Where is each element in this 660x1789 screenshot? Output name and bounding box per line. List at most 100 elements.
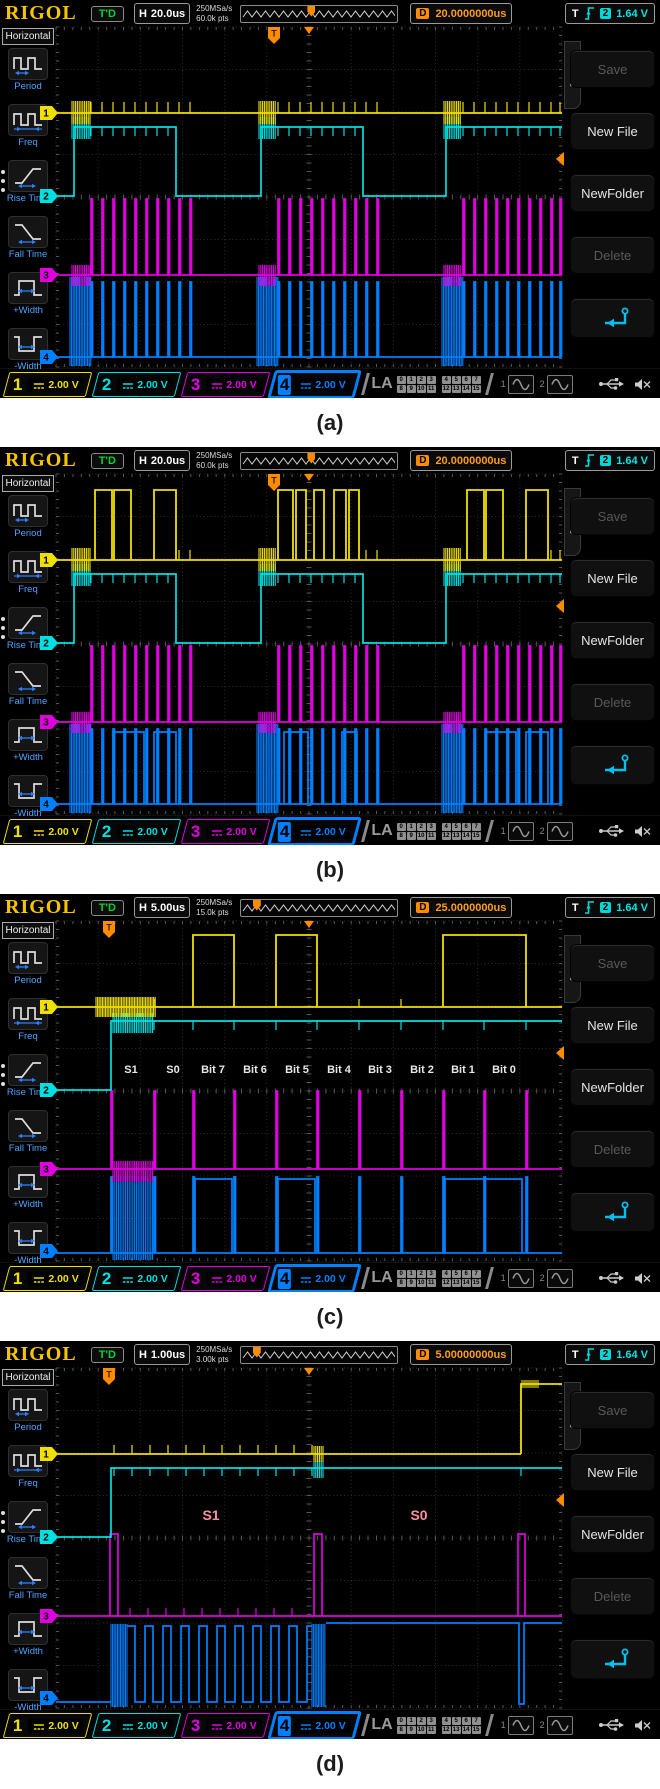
source-1-indicator[interactable]: 1 xyxy=(501,822,534,841)
source-2-indicator[interactable]: 2 xyxy=(540,1716,573,1735)
menu-button-label: NewFolder xyxy=(581,1080,644,1095)
menu-button-newfolder[interactable]: NewFolder xyxy=(570,174,655,212)
horizontal-position-marker[interactable] xyxy=(304,27,314,34)
menu-button-save[interactable]: Save xyxy=(570,944,655,982)
menu-button-delete[interactable]: Delete xyxy=(570,1577,655,1615)
channel-1-status-chip[interactable]: 12.00 V xyxy=(3,1266,93,1291)
channel-scale-value: 2.00 V xyxy=(48,825,78,837)
timebase-readout: H20.0us xyxy=(134,3,190,24)
la-digit-row: 89101112131415 xyxy=(397,832,481,840)
menu-button-newfolder[interactable]: NewFolder xyxy=(570,1515,655,1553)
scope-main: HorizontalPeriodFreqRise TimeFall Time+W… xyxy=(0,1368,660,1709)
logic-analyzer-indicator[interactable]: LA0123456789101112131415 xyxy=(371,1269,480,1287)
logic-analyzer-indicator[interactable]: LA0123456789101112131415 xyxy=(371,375,480,393)
menu-button-new-file[interactable]: New File xyxy=(570,1453,655,1491)
menu-button-save[interactable]: Save xyxy=(570,1391,655,1429)
menu-button-newfolder[interactable]: NewFolder xyxy=(570,1068,655,1106)
horizontal-position-marker[interactable] xyxy=(304,921,314,928)
menu-button-delete[interactable]: Delete xyxy=(570,1130,655,1168)
channel-chip-inner: 42.00 V xyxy=(278,374,351,394)
source-2-indicator[interactable]: 2 xyxy=(540,822,573,841)
channel-4-status-chip[interactable]: 42.00 V xyxy=(269,371,361,398)
source-number: 1 xyxy=(501,379,506,389)
channel-chip-inner: 12.00 V xyxy=(11,374,84,394)
trigger-source-badge: 2 xyxy=(600,455,612,466)
channel-2-status-chip[interactable]: 22.00 V xyxy=(91,372,181,397)
menu-button-return[interactable] xyxy=(570,1192,655,1232)
sample-rate-value: 250MSa/s xyxy=(196,451,232,460)
return-icon xyxy=(592,1198,634,1226)
graticule-ticks xyxy=(56,1368,562,1708)
waveform-ch3 xyxy=(130,1608,292,1616)
waveform-ch4 xyxy=(127,1626,312,1702)
memory-depth-value: 60.0k pts xyxy=(196,14,232,23)
la-digit: 2 xyxy=(417,823,426,831)
menu-button-return[interactable] xyxy=(570,298,655,338)
trigger-source-badge: 2 xyxy=(600,8,612,19)
trigger-edge-icon xyxy=(584,6,595,21)
la-digit: 9 xyxy=(407,1726,416,1734)
channel-4-status-chip[interactable]: 42.00 V xyxy=(269,818,361,845)
channel-value-box: 2.00 V xyxy=(206,1718,261,1732)
source-1-indicator[interactable]: 1 xyxy=(501,1269,534,1288)
logic-analyzer-indicator[interactable]: LA0123456789101112131415 xyxy=(371,822,480,840)
channel-3-status-chip[interactable]: 32.00 V xyxy=(180,1266,270,1291)
delay-readout: D20.0000000us xyxy=(410,3,512,24)
trigger-readout: T21.64 V xyxy=(565,3,655,24)
menu-button-new-file[interactable]: New File xyxy=(570,559,655,597)
la-digit: 2 xyxy=(417,1717,426,1725)
channel-scale-value: 2.00 V xyxy=(137,378,167,390)
channel-2-status-chip[interactable]: 22.00 V xyxy=(91,819,181,844)
source-number: 1 xyxy=(501,826,506,836)
speaker-muted-icon xyxy=(633,1271,652,1286)
la-digit: 15 xyxy=(472,832,481,840)
la-digit: 1 xyxy=(407,376,416,384)
menu-button-return[interactable] xyxy=(570,745,655,785)
menu-button-return[interactable] xyxy=(570,1639,655,1679)
sine-icon xyxy=(550,825,570,838)
timebase-label: H xyxy=(139,902,147,914)
figure-label: (c) xyxy=(0,1292,660,1341)
page-dot xyxy=(1,626,5,630)
channel-1-status-chip[interactable]: 12.00 V xyxy=(3,372,93,397)
channel-chip-inner: 22.00 V xyxy=(100,1715,173,1735)
dc-coupling-icon xyxy=(301,1721,313,1730)
memory-position-bar xyxy=(240,899,398,917)
logic-analyzer-indicator[interactable]: LA0123456789101112131415 xyxy=(371,1716,480,1734)
menu-button-new-file[interactable]: New File xyxy=(570,1006,655,1044)
annotation-label: S0 xyxy=(166,1064,179,1076)
channel-1-status-chip[interactable]: 12.00 V xyxy=(3,819,93,844)
channel-2-status-chip[interactable]: 22.00 V xyxy=(91,1266,181,1291)
channel-4-status-chip[interactable]: 42.00 V xyxy=(269,1712,361,1739)
channel-4-status-chip[interactable]: 42.00 V xyxy=(269,1265,361,1292)
page-dot xyxy=(1,1082,5,1086)
menu-button-new-file[interactable]: New File xyxy=(570,112,655,150)
source-1-indicator[interactable]: 1 xyxy=(501,375,534,394)
channel-number: 2 xyxy=(100,1715,113,1735)
menu-button-save[interactable]: Save xyxy=(570,50,655,88)
channel-3-status-chip[interactable]: 32.00 V xyxy=(180,1713,270,1738)
channel-scale-value: 2.00 V xyxy=(316,825,346,837)
status-right-icons xyxy=(598,1718,652,1733)
channel-3-status-chip[interactable]: 32.00 V xyxy=(180,372,270,397)
source-2-indicator[interactable]: 2 xyxy=(540,375,573,394)
channel-1-status-chip[interactable]: 12.00 V xyxy=(3,1713,93,1738)
source-1-indicator[interactable]: 1 xyxy=(501,1716,534,1735)
sidebar-page-dots xyxy=(1,165,5,197)
channel-2-status-chip[interactable]: 22.00 V xyxy=(91,1713,181,1738)
menu-button-save[interactable]: Save xyxy=(570,497,655,535)
sine-icon xyxy=(511,825,531,838)
dc-coupling-icon xyxy=(33,1721,45,1730)
timebase-value: 20.0us xyxy=(151,8,185,20)
channel-value-box: 2.00 V xyxy=(28,1718,83,1732)
channel-value-box: 2.00 V xyxy=(117,377,172,391)
channel-3-status-chip[interactable]: 32.00 V xyxy=(180,819,270,844)
menu-button-delete[interactable]: Delete xyxy=(570,683,655,721)
la-digit-grid: 0123456789101112131415 xyxy=(397,376,481,393)
horizontal-position-marker[interactable] xyxy=(304,1368,314,1375)
menu-button-delete[interactable]: Delete xyxy=(570,236,655,274)
source-2-indicator[interactable]: 2 xyxy=(540,1269,573,1288)
horizontal-position-marker[interactable] xyxy=(304,474,314,481)
return-icon xyxy=(592,1645,634,1673)
menu-button-newfolder[interactable]: NewFolder xyxy=(570,621,655,659)
